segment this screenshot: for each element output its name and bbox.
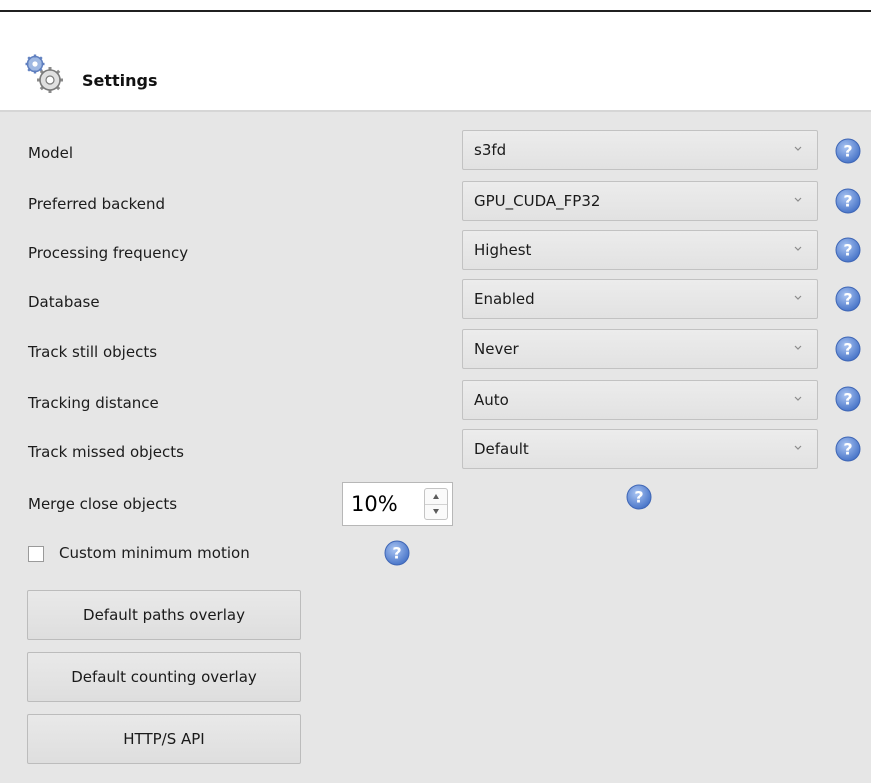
svg-text:?: ?	[634, 488, 643, 507]
settings-panel: Model s3fd ? Preferred backend GPU_CUDA_…	[0, 112, 871, 783]
database-help-icon[interactable]: ?	[835, 286, 861, 312]
chevron-down-icon	[794, 345, 802, 350]
preferred-backend-select-value: GPU_CUDA_FP32	[474, 192, 601, 210]
processing-frequency-label: Processing frequency	[28, 244, 189, 262]
merge-close-objects-spinbox[interactable]: 10%	[342, 482, 453, 526]
svg-text:?: ?	[843, 241, 852, 260]
http-api-button[interactable]: HTTP/S API	[27, 714, 301, 764]
svg-text:?: ?	[843, 390, 852, 409]
database-label: Database	[28, 293, 100, 311]
merge-close-objects-value: 10%	[351, 492, 398, 516]
chevron-down-icon	[794, 445, 802, 450]
custom-minimum-motion-checkbox[interactable]	[28, 546, 44, 562]
merge-close-objects-label: Merge close objects	[28, 495, 178, 513]
track-still-objects-select-value: Never	[474, 340, 519, 358]
chevron-down-icon	[794, 295, 802, 300]
custom-minimum-motion-help-icon[interactable]: ?	[384, 540, 410, 566]
tracking-distance-select[interactable]: Auto	[462, 380, 818, 420]
tracking-distance-select-value: Auto	[474, 391, 509, 409]
track-still-objects-help-icon[interactable]: ?	[835, 336, 861, 362]
chevron-down-icon	[794, 246, 802, 251]
track-still-objects-select[interactable]: Never	[462, 329, 818, 369]
chevron-down-icon	[794, 396, 802, 401]
processing-frequency-select-value: Highest	[474, 241, 532, 259]
preferred-backend-select[interactable]: GPU_CUDA_FP32	[462, 181, 818, 221]
track-missed-objects-select-value: Default	[474, 440, 529, 458]
svg-text:?: ?	[843, 192, 852, 211]
track-missed-objects-label: Track missed objects	[28, 443, 184, 461]
tracking-distance-help-icon[interactable]: ?	[835, 386, 861, 412]
processing-frequency-select[interactable]: Highest	[462, 230, 818, 270]
track-missed-objects-help-icon[interactable]: ?	[835, 436, 861, 462]
svg-text:?: ?	[843, 340, 852, 359]
tracking-distance-label: Tracking distance	[28, 394, 159, 412]
chevron-down-icon	[794, 146, 802, 151]
decrement-arrow-icon[interactable]	[425, 504, 447, 519]
default-paths-overlay-button[interactable]: Default paths overlay	[27, 590, 301, 640]
custom-minimum-motion-label: Custom minimum motion	[59, 544, 250, 562]
model-select-value: s3fd	[474, 141, 507, 159]
database-select-value: Enabled	[474, 290, 535, 308]
increment-arrow-icon[interactable]	[425, 489, 447, 505]
page-title: Settings	[82, 71, 158, 90]
database-select[interactable]: Enabled	[462, 279, 818, 319]
svg-text:?: ?	[843, 142, 852, 161]
default-counting-overlay-button[interactable]: Default counting overlay	[27, 652, 301, 702]
model-label: Model	[28, 144, 74, 162]
svg-text:?: ?	[392, 544, 401, 563]
track-still-objects-label: Track still objects	[28, 343, 158, 361]
model-help-icon[interactable]: ?	[835, 138, 861, 164]
preferred-backend-help-icon[interactable]: ?	[835, 188, 861, 214]
settings-gears-icon	[25, 54, 63, 93]
model-select[interactable]: s3fd	[462, 130, 818, 170]
track-missed-objects-select[interactable]: Default	[462, 429, 818, 469]
preferred-backend-label: Preferred backend	[28, 195, 165, 213]
spinbox-stepper[interactable]	[424, 488, 448, 520]
settings-header: Settings	[0, 12, 871, 112]
processing-frequency-help-icon[interactable]: ?	[835, 237, 861, 263]
merge-close-objects-help-icon[interactable]: ?	[626, 484, 652, 510]
svg-text:?: ?	[843, 290, 852, 309]
chevron-down-icon	[794, 197, 802, 202]
svg-text:?: ?	[843, 440, 852, 459]
